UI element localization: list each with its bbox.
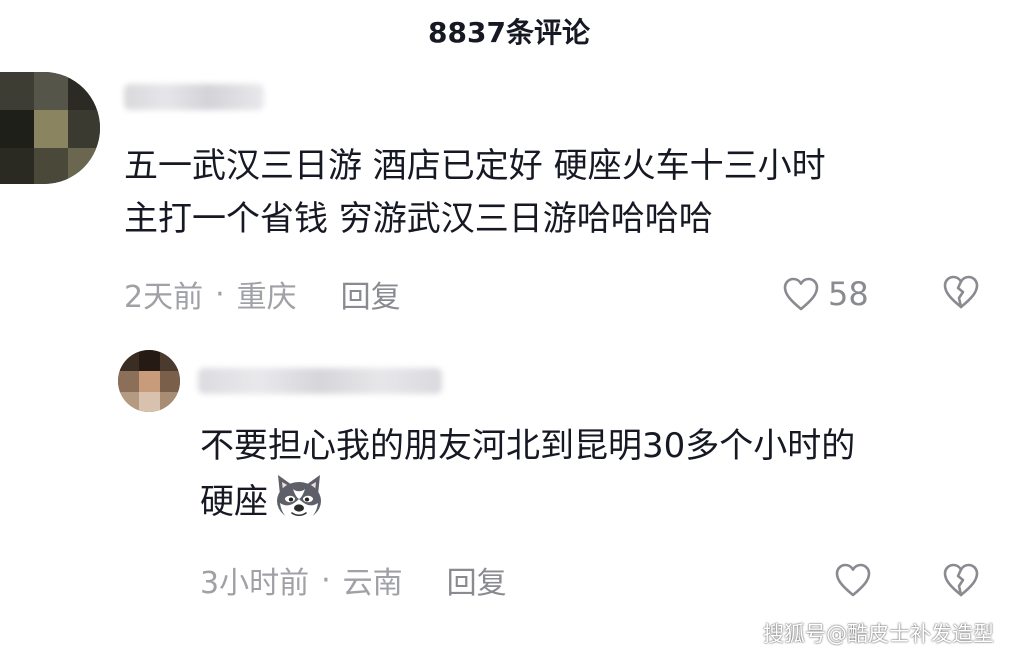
comment-text: 五一武汉三日游 酒店已定好 硬座火车十三小时 主打一个省钱 穷游武汉三日游哈哈哈… (124, 140, 826, 246)
like-count: 58 (828, 275, 869, 313)
comment-line: 五一武汉三日游 酒店已定好 硬座火车十三小时 (124, 146, 826, 186)
husky-dog-emoji-icon (277, 475, 321, 521)
meta-separator: · (215, 276, 225, 312)
username-blurred[interactable] (124, 84, 264, 110)
comment-time: 2天前 (124, 280, 204, 315)
comment-count-title: 8837条评论 (0, 0, 1018, 62)
broken-heart-icon (943, 563, 979, 597)
comment-location: 云南 (342, 566, 403, 601)
like-button[interactable] (834, 560, 872, 600)
reply-button[interactable]: 回复 (447, 558, 507, 602)
meta-separator: · (321, 562, 331, 598)
watermark-text: 搜狐号@酷皮士补发造型 (763, 622, 994, 646)
dislike-button[interactable] (942, 562, 980, 602)
comment-count-label: 8837条评论 (428, 16, 590, 49)
comment-time: 3小时前 (200, 566, 310, 601)
comment-meta: 3小时前 · 云南 回复 (200, 558, 507, 602)
comment-meta: 2天前 · 重庆 回复 (124, 272, 401, 316)
comment-location: 重庆 (236, 280, 297, 315)
heart-outline-icon (835, 563, 871, 597)
comment-line-with-emoji: 硬座 (200, 473, 855, 529)
comment-line: 硬座 (200, 482, 268, 522)
comment-line: 主打一个省钱 穷游武汉三日游哈哈哈哈 (124, 199, 713, 239)
watermark: 搜狐号@酷皮士补发造型 (763, 618, 994, 648)
dislike-button[interactable] (942, 274, 980, 314)
comment-text: 不要担心我的朋友河北到昆明30多个小时的 硬座 (200, 420, 855, 529)
avatar[interactable] (0, 72, 100, 184)
comment-line: 不要担心我的朋友河北到昆明30多个小时的 (200, 426, 856, 466)
like-button[interactable]: 58 (782, 272, 869, 316)
heart-outline-icon (783, 277, 819, 311)
username-blurred[interactable] (198, 368, 442, 394)
reply-button[interactable]: 回复 (341, 272, 401, 316)
broken-heart-icon (943, 275, 979, 309)
avatar[interactable] (118, 350, 180, 412)
